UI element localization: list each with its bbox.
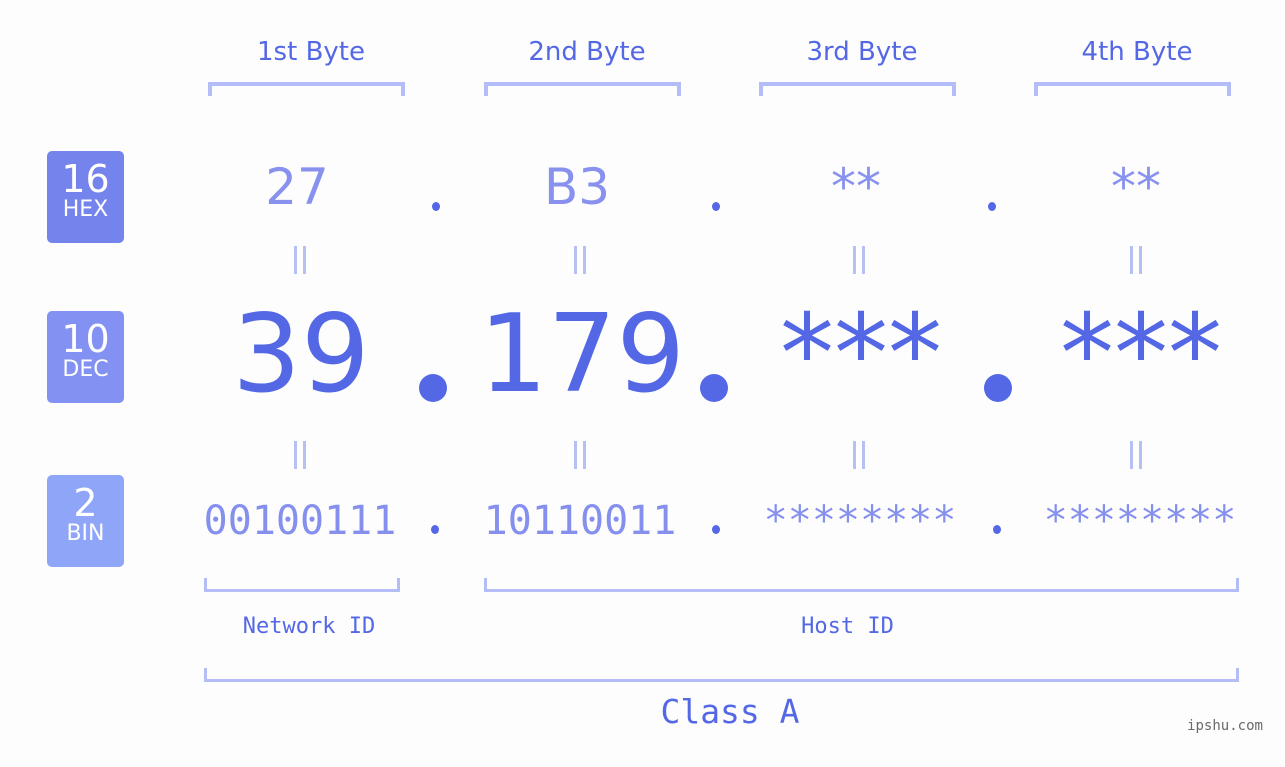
byte-bracket-1	[208, 82, 405, 96]
byte-bracket-2	[484, 82, 681, 96]
host-id-bracket	[484, 578, 1239, 592]
dec-separator-dot	[419, 374, 447, 402]
equals-icon	[572, 246, 588, 274]
hex-badge: 16 HEX	[47, 151, 124, 243]
dec-value-4: ***	[1060, 292, 1222, 417]
hex-separator-dot	[432, 202, 440, 211]
equals-icon	[292, 246, 308, 274]
hex-value-3: **	[831, 158, 881, 216]
bin-separator-dot	[712, 525, 720, 534]
bin-badge: 2 BIN	[47, 475, 124, 567]
equals-icon	[1128, 441, 1144, 469]
hex-value-1: 27	[265, 158, 329, 216]
dec-separator-dot	[984, 374, 1012, 402]
bin-value-4: ********	[1043, 498, 1237, 544]
ip-class-label: Class A	[660, 692, 800, 731]
byte-header-3: 3rd Byte	[806, 37, 918, 67]
byte-header-2: 2nd Byte	[528, 37, 646, 67]
dec-base-number: 10	[61, 317, 110, 361]
bin-separator-dot	[431, 525, 439, 534]
equals-icon	[851, 441, 867, 469]
hex-base-label: HEX	[62, 197, 109, 222]
bin-base-number: 2	[73, 481, 98, 525]
bin-value-1: 00100111	[203, 498, 397, 544]
byte-bracket-4	[1034, 82, 1231, 96]
hex-separator-dot	[712, 202, 720, 211]
byte-header-1: 1st Byte	[257, 37, 365, 67]
hex-value-4: **	[1111, 158, 1161, 216]
equals-icon	[572, 441, 588, 469]
network-id-bracket	[204, 578, 400, 592]
bin-value-3: ********	[763, 498, 957, 544]
dec-value-2: 179	[478, 292, 686, 417]
ip-class-bracket	[204, 668, 1239, 682]
equals-icon	[851, 246, 867, 274]
host-id-label: Host ID	[801, 614, 894, 639]
dec-value-3: ***	[780, 292, 942, 417]
equals-icon	[292, 441, 308, 469]
dec-badge: 10 DEC	[47, 311, 124, 403]
hex-value-2: B3	[543, 158, 611, 216]
hex-separator-dot	[988, 202, 996, 211]
network-id-label: Network ID	[242, 614, 376, 639]
dec-value-1: 39	[232, 292, 370, 417]
watermark: ipshu.com	[1187, 718, 1263, 734]
byte-header-4: 4th Byte	[1081, 37, 1193, 67]
bin-separator-dot	[993, 525, 1001, 534]
equals-icon	[1128, 246, 1144, 274]
bin-base-label: BIN	[66, 521, 105, 546]
bin-value-2: 10110011	[483, 498, 677, 544]
dec-base-label: DEC	[62, 357, 109, 382]
dec-separator-dot	[700, 374, 728, 402]
hex-base-number: 16	[61, 157, 110, 201]
byte-bracket-3	[759, 82, 956, 96]
